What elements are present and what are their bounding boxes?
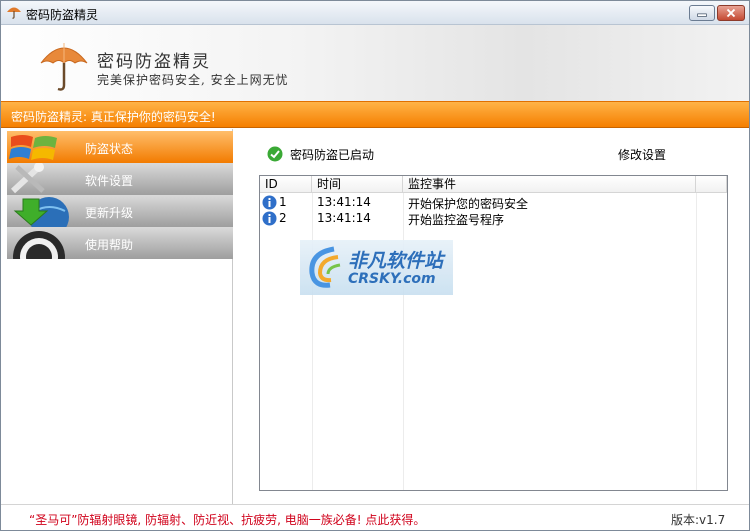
tools-icon — [10, 163, 45, 194]
sidebar-item-label: 软件设置 — [85, 174, 134, 188]
sidebar-item-help[interactable]: 使用帮助 — [7, 227, 233, 259]
check-circle-icon — [267, 146, 283, 162]
column-header-blank[interactable] — [696, 176, 727, 193]
column-divider — [312, 193, 313, 490]
promo-link[interactable]: “圣马可”防辐射眼镜, 防辐射、防近视、抗疲劳, 电脑一族必备! 点此获得。 — [29, 511, 425, 528]
table-row[interactable]: 2 13:41:14 开始监控盗号程序 — [260, 210, 727, 227]
cell-event: 开始监控盗号程序 — [408, 213, 505, 227]
sidebar-item-settings[interactable]: 软件设置 — [7, 163, 233, 195]
window-title: 密码防盗精灵 — [26, 8, 99, 22]
watermark-title: 非凡软件站 — [348, 250, 444, 272]
watermark-subtitle: CRSKY.com — [348, 271, 436, 287]
banner-text: 密码防盗精灵: 真正保护你的密码安全! — [11, 110, 216, 124]
brand-slogan: 完美保护密码安全, 安全上网无忧 — [97, 73, 289, 87]
minimize-icon — [697, 13, 707, 17]
title-bar[interactable]: 密码防盗精灵 — [1, 1, 749, 25]
protection-status: 密码防盗已启动 — [290, 148, 375, 162]
windows-logo-icon — [9, 135, 57, 160]
info-icon — [262, 211, 277, 226]
sidebar-item-update[interactable]: 更新升级 — [7, 195, 233, 227]
version-label: 版本:v1.7 — [671, 513, 726, 527]
app-window: 密码防盗精灵 密码防盗精灵 完美保护密码安全, 安全上网无忧 密码防盗精灵: 真… — [0, 0, 750, 531]
modify-settings-link[interactable]: 修改设置 — [618, 146, 666, 163]
event-list[interactable]: ID 时间 监控事件 1 13:41:14 开始保护您的密码安全 2 13:41… — [259, 175, 728, 491]
swirl-logo-icon — [309, 246, 341, 288]
close-button[interactable] — [717, 5, 745, 21]
site-watermark: 非凡软件站 CRSKY.com — [300, 240, 453, 295]
info-banner: 密码防盗精灵: 真正保护你的密码安全! — [1, 101, 749, 128]
sidebar: 防盗状态 软件设置 更新升级 使用帮助 — [1, 129, 233, 504]
table-row[interactable]: 1 13:41:14 开始保护您的密码安全 — [260, 194, 727, 211]
column-header-time[interactable]: 时间 — [312, 176, 403, 193]
status-footer: “圣马可”防辐射眼镜, 防辐射、防近视、抗疲劳, 电脑一族必备! 点此获得。 版… — [1, 504, 749, 530]
cell-time: 13:41:14 — [317, 195, 371, 209]
column-divider — [696, 193, 697, 490]
event-list-header: ID 时间 监控事件 — [260, 176, 727, 193]
download-globe-icon — [13, 197, 69, 227]
cell-time: 13:41:14 — [317, 211, 371, 225]
column-header-event[interactable]: 监控事件 — [403, 176, 696, 193]
brand-title: 密码防盗精灵 — [97, 52, 211, 72]
column-header-id[interactable]: ID — [260, 176, 312, 193]
cell-id: 2 — [279, 211, 287, 225]
sidebar-item-label: 更新升级 — [85, 206, 134, 220]
target-icon — [13, 231, 65, 259]
main-panel: 密码防盗已启动 修改设置 ID 时间 监控事件 1 13:41:14 开始保护您… — [234, 129, 749, 504]
cell-id: 1 — [279, 195, 287, 209]
umbrella-icon — [7, 7, 21, 19]
close-icon — [726, 8, 736, 18]
sidebar-item-label: 使用帮助 — [85, 238, 134, 252]
column-divider — [403, 193, 404, 490]
sidebar-item-label: 防盗状态 — [85, 142, 134, 156]
info-icon — [262, 195, 277, 210]
app-header: 密码防盗精灵 完美保护密码安全, 安全上网无忧 — [1, 25, 749, 101]
sidebar-item-status[interactable]: 防盗状态 — [7, 131, 233, 163]
minimize-button[interactable] — [689, 5, 715, 21]
umbrella-logo-icon — [40, 43, 88, 91]
